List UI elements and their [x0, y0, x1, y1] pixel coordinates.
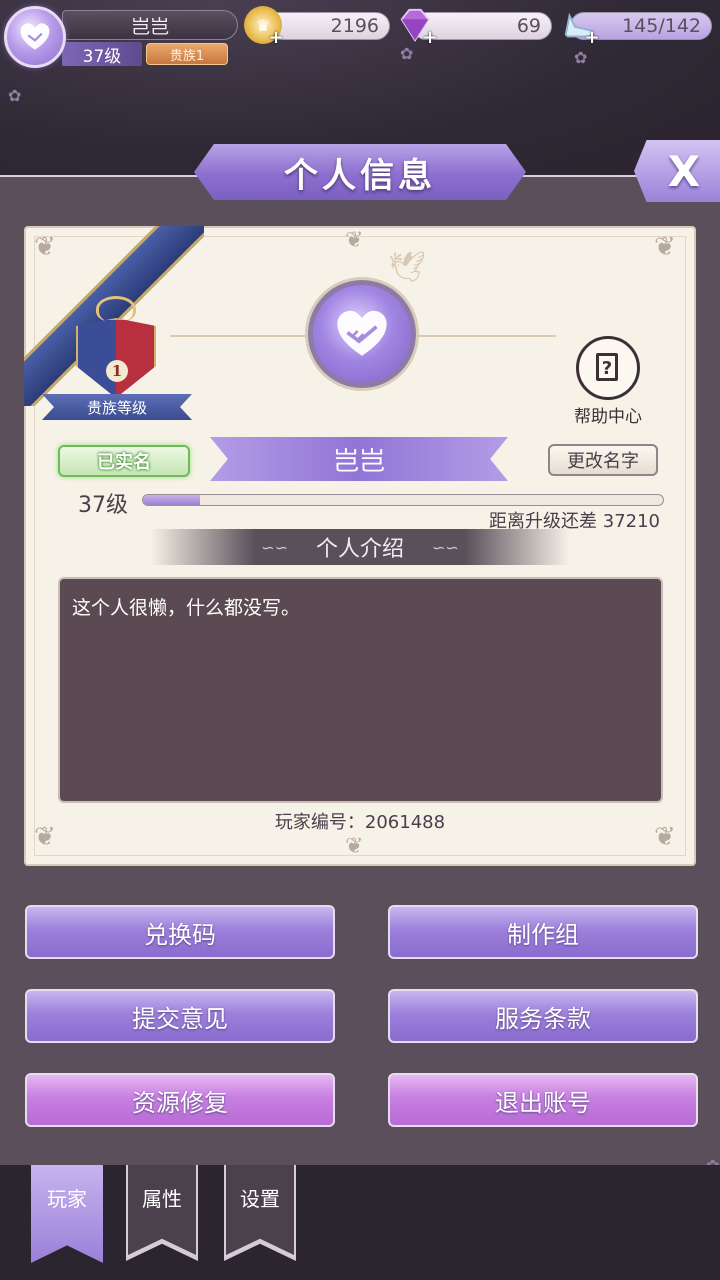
- player-emblem: [308, 280, 416, 388]
- intro-header: ∽∽ 个人介绍 ∽∽: [150, 529, 570, 565]
- heart-handshake-icon: [20, 23, 50, 50]
- credits-button[interactable]: 制作组: [388, 905, 698, 959]
- bird-icon: 🕊: [388, 250, 427, 285]
- corner-ornament-icon: ❦: [654, 232, 676, 262]
- verified-badge: 已实名: [58, 445, 190, 477]
- rose-decoration-icon: ✿: [574, 48, 588, 67]
- help-center-label[interactable]: 帮助中心: [560, 402, 656, 427]
- add-gold-button[interactable]: +: [268, 29, 284, 47]
- player-avatar[interactable]: [4, 6, 66, 68]
- heart-handshake-icon: [337, 310, 387, 356]
- corner-ornament-icon: ❦: [654, 822, 676, 852]
- redeem-code-button[interactable]: 兑换码: [25, 905, 335, 959]
- player-id: 玩家编号：2061488: [274, 812, 446, 833]
- exp-progress-fill: [143, 495, 201, 505]
- intro-textbox[interactable]: 这个人很懒，什么都没写。: [58, 577, 663, 803]
- bottom-tab-bar: [0, 1165, 720, 1280]
- close-button[interactable]: X: [634, 140, 720, 202]
- feedback-button[interactable]: 提交意见: [25, 989, 335, 1043]
- panel-title: 个人信息: [194, 144, 526, 200]
- intro-header-label: 个人介绍: [315, 537, 404, 562]
- logout-button[interactable]: 退出账号: [388, 1073, 698, 1127]
- corner-ornament-icon: ❦: [34, 822, 56, 852]
- vine-decoration: [416, 335, 556, 337]
- help-book-icon[interactable]: ?: [576, 336, 640, 400]
- exp-progress-bar: [142, 494, 664, 506]
- add-stamina-button[interactable]: +: [584, 29, 600, 47]
- noble-level-number: 1: [106, 360, 128, 382]
- level-text: 37级: [78, 493, 128, 518]
- player-name-banner: 岂岂: [210, 437, 508, 481]
- resource-repair-button[interactable]: 资源修复: [25, 1073, 335, 1127]
- swirl-left-icon: ∽∽: [261, 537, 288, 557]
- vine-decoration: [170, 335, 310, 337]
- rose-decoration-icon: ✿: [400, 44, 414, 63]
- noble-level-label: 贵族等级: [42, 394, 192, 420]
- swirl-right-icon: ∽∽: [432, 537, 459, 557]
- rename-button[interactable]: 更改名字: [548, 444, 658, 476]
- bottom-ornament-icon: ❦: [345, 834, 364, 859]
- add-diamond-button[interactable]: +: [422, 29, 438, 47]
- noble-badge[interactable]: 贵族1: [146, 43, 228, 65]
- player-level: 37级: [62, 42, 142, 67]
- svg-text:?: ?: [602, 358, 612, 379]
- terms-button[interactable]: 服务条款: [388, 989, 698, 1043]
- rose-decoration-icon: ✿: [8, 86, 22, 105]
- player-name-plate: 岂岂: [62, 10, 238, 40]
- top-ornament-icon: ❦: [345, 228, 364, 253]
